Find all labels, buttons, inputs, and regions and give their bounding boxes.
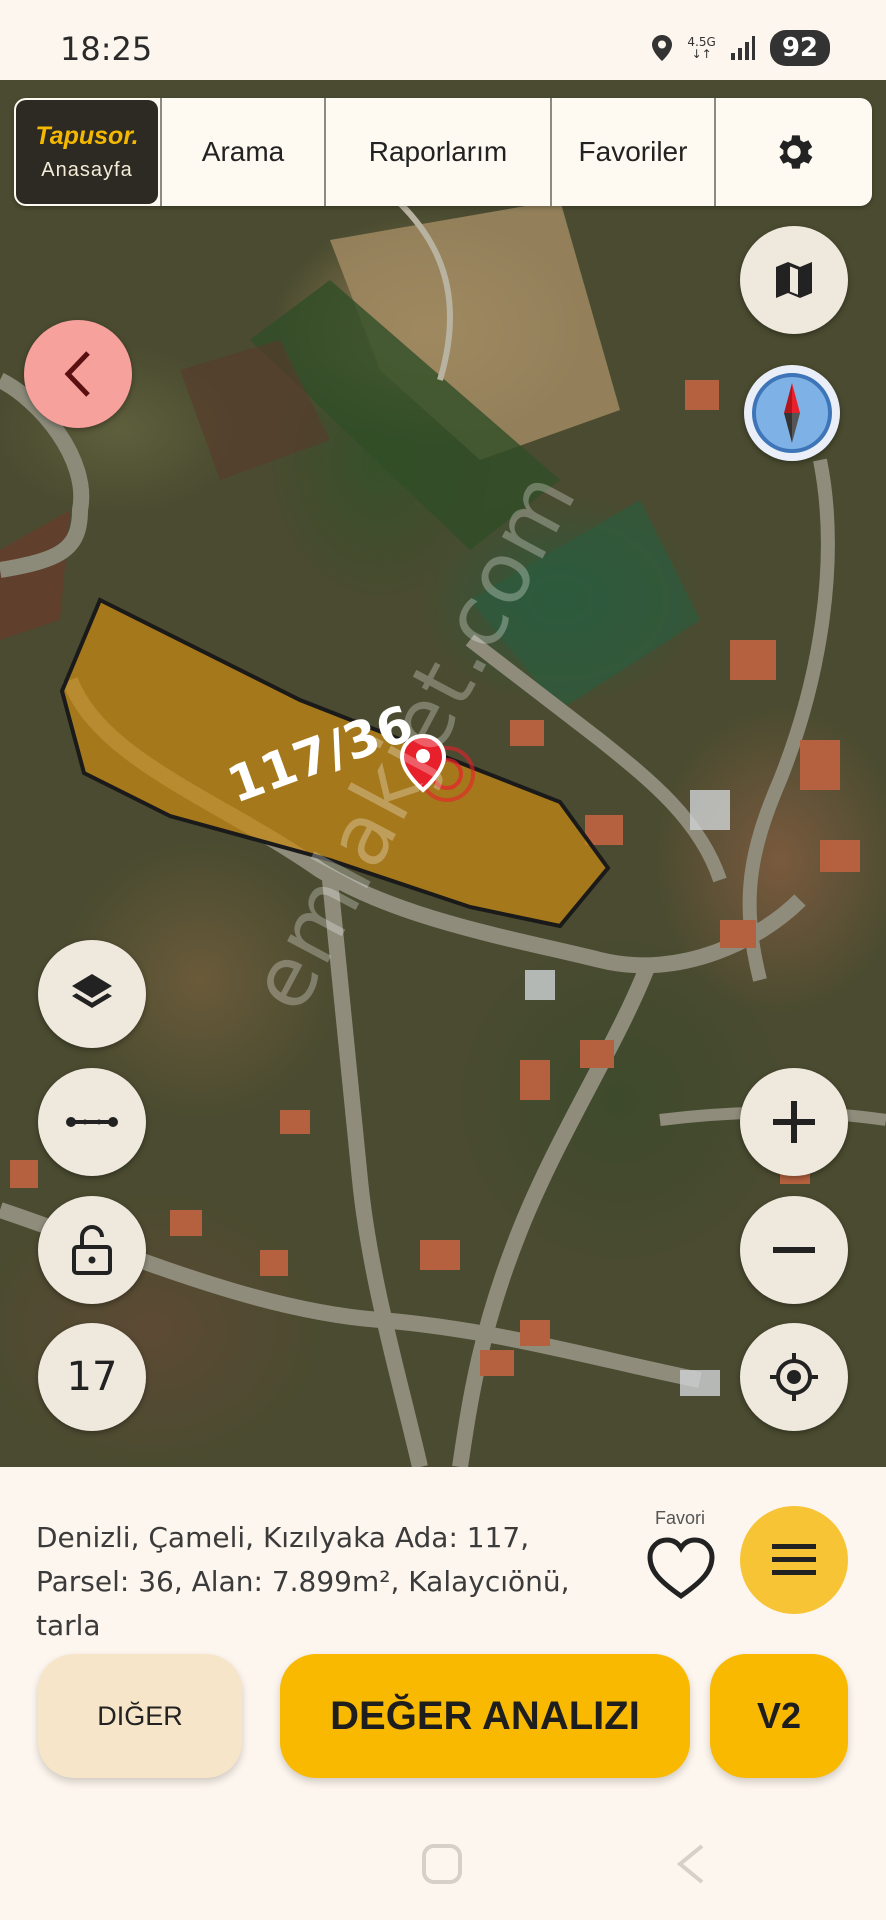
chevron-left-icon [64, 351, 90, 397]
lock-open-icon [72, 1225, 112, 1275]
minus-icon [773, 1247, 815, 1253]
other-button[interactable]: DIĞER [38, 1654, 242, 1778]
location-icon [652, 35, 673, 61]
favorite-label: Favori [654, 1508, 705, 1528]
status-time: 18:25 [60, 30, 153, 68]
home-label: Anasayfa [41, 159, 133, 181]
layers-icon [72, 974, 112, 1008]
settings-button[interactable] [714, 98, 872, 206]
brand-logo: Tapusor. [35, 122, 139, 150]
top-navigation: Tapusor. Anasayfa Arama Raporlarım Favor… [14, 98, 872, 206]
status-bar: 18:25 4.5G ↓↑ 92 [0, 0, 886, 80]
nav-reports[interactable]: Raporlarım [324, 98, 550, 206]
map-type-button[interactable] [740, 226, 848, 334]
signal-icon [730, 36, 755, 60]
crosshair-icon [770, 1353, 818, 1401]
zoom-out-button[interactable] [740, 1196, 848, 1304]
network-indicator: 4.5G ↓↑ [687, 35, 716, 61]
nav-search[interactable]: Arama [160, 98, 324, 206]
layers-button[interactable] [38, 940, 146, 1048]
gear-icon [779, 135, 813, 169]
lock-button[interactable] [38, 1196, 146, 1304]
home-nav-button[interactable] [422, 1844, 462, 1884]
plus-icon [773, 1101, 815, 1143]
home-logo-button[interactable]: Tapusor. Anasayfa [16, 100, 158, 204]
hamburger-menu-icon [772, 1544, 816, 1575]
my-location-button[interactable] [740, 1323, 848, 1431]
back-nav-icon[interactable] [672, 1842, 708, 1886]
battery-level: 92 [769, 30, 830, 66]
back-button[interactable] [24, 320, 132, 428]
compass-icon [752, 373, 832, 453]
map-icon [776, 262, 812, 298]
measure-icon [66, 1117, 118, 1127]
measure-button[interactable] [38, 1068, 146, 1176]
zoom-level: 17 [38, 1323, 146, 1431]
zoom-in-button[interactable] [740, 1068, 848, 1176]
heart-icon[interactable] [646, 1536, 716, 1602]
compass-button[interactable] [744, 365, 840, 461]
value-analysis-button[interactable]: DEĞER ANALIZI [280, 1654, 690, 1778]
nav-favorites[interactable]: Favoriler [550, 98, 714, 206]
menu-button[interactable] [740, 1506, 848, 1614]
v2-button[interactable]: V2 [710, 1654, 848, 1778]
parcel-info-text: Denizli, Çameli, Kızılyaka Ada: 117, Par… [36, 1521, 570, 1642]
